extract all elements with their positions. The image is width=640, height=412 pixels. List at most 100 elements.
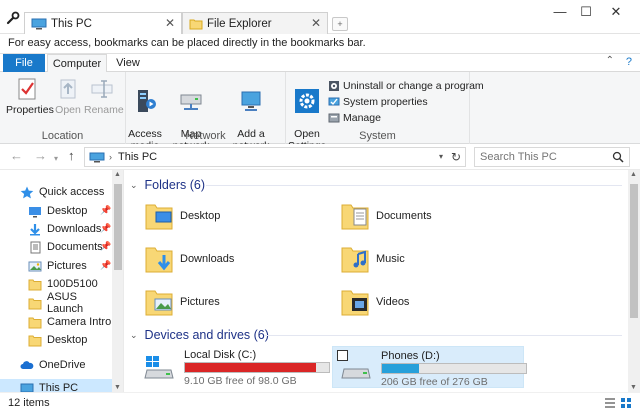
address-path[interactable]: This PC bbox=[118, 151, 157, 163]
close-tab-icon[interactable]: ✕ bbox=[311, 16, 321, 30]
drive-local-disk-c[interactable]: Local Disk (C:) 9.10 GB free of 98.0 GB bbox=[136, 346, 330, 388]
title-bar: This PC ✕ File Explorer ✕ + — ☐ ✕ bbox=[0, 0, 640, 34]
scrollbar-thumb[interactable] bbox=[114, 184, 122, 270]
collapse-ribbon-icon[interactable]: ⌃ bbox=[606, 55, 614, 66]
open-label: Open bbox=[55, 104, 81, 116]
videos-folder-icon bbox=[341, 290, 369, 316]
address-dropdown-icon[interactable]: ▾ bbox=[439, 152, 443, 161]
drive-label: Local Disk (C:) bbox=[184, 349, 257, 361]
network-drive-icon bbox=[180, 94, 202, 110]
system-properties-button[interactable]: System properties bbox=[328, 94, 428, 110]
ribbon-group-label: Network bbox=[185, 130, 226, 142]
maximize-button[interactable]: ☐ bbox=[574, 4, 598, 20]
folder-label: Pictures bbox=[180, 296, 220, 308]
minimize-button[interactable]: — bbox=[548, 4, 572, 20]
folder-icon bbox=[28, 298, 42, 309]
rename-button[interactable]: Rename bbox=[84, 76, 124, 116]
address-bar[interactable]: › This PC ▾ ↻ bbox=[84, 147, 466, 167]
scroll-up-icon[interactable]: ▲ bbox=[630, 171, 637, 178]
up-arrow-icon[interactable]: ↑ bbox=[68, 149, 75, 163]
sidebar-item-label: Camera Intro bbox=[47, 316, 112, 328]
folder-icon bbox=[28, 317, 42, 328]
content-pane: ⌄ Folders (6) Desktop Documents Download… bbox=[124, 170, 628, 392]
large-icons-view-icon[interactable] bbox=[620, 397, 632, 409]
open-button[interactable]: Open bbox=[52, 76, 84, 116]
manage-button[interactable]: Manage bbox=[328, 110, 381, 126]
scroll-down-icon[interactable]: ▼ bbox=[630, 384, 637, 391]
sidebar-item-pictures[interactable]: Pictures 📌 bbox=[28, 257, 112, 275]
tab-file-explorer[interactable]: File Explorer ✕ bbox=[182, 12, 328, 34]
media-server-icon bbox=[138, 90, 156, 112]
sidebar-item-quick-access[interactable]: Quick access bbox=[20, 183, 112, 201]
uninstall-program-button[interactable]: Uninstall or change a program bbox=[328, 78, 484, 94]
scroll-up-icon[interactable]: ▲ bbox=[114, 171, 121, 178]
folder-icon bbox=[189, 19, 203, 29]
pin-icon[interactable]: 📌 bbox=[100, 205, 111, 216]
chevron-down-icon[interactable]: ⌄ bbox=[130, 180, 138, 191]
wrench-icon[interactable] bbox=[6, 11, 20, 25]
pictures-icon bbox=[28, 261, 42, 271]
pc-icon bbox=[89, 152, 105, 162]
status-bar: 12 items bbox=[0, 392, 640, 412]
ribbon-group-network: Access media ▾ Map network drive ▾ Add a… bbox=[126, 72, 286, 164]
tab-view[interactable]: View bbox=[110, 54, 146, 72]
tab-file[interactable]: File bbox=[3, 54, 45, 72]
sidebar-item-label: ASUS Launch bbox=[47, 291, 84, 315]
properties-button[interactable]: Properties bbox=[6, 76, 54, 116]
sidebar-item-onedrive[interactable]: OneDrive bbox=[20, 356, 112, 374]
tab-label: File Explorer bbox=[207, 17, 272, 30]
tab-label: This PC bbox=[51, 17, 92, 30]
new-tab-button[interactable]: + bbox=[332, 17, 348, 31]
sidebar-item-asus-launch[interactable]: ASUS Launch bbox=[28, 291, 112, 315]
folder-music[interactable]: Music bbox=[340, 239, 520, 279]
network-location-icon bbox=[241, 91, 261, 111]
breadcrumb-separator-icon[interactable]: › bbox=[109, 152, 112, 162]
folder-pictures[interactable]: Pictures bbox=[144, 282, 324, 322]
folders-header-label: Folders (6) bbox=[144, 178, 205, 192]
recent-locations-icon[interactable]: ▾ bbox=[54, 152, 58, 166]
folder-videos[interactable]: Videos bbox=[340, 282, 520, 322]
pictures-folder-icon bbox=[145, 290, 173, 316]
folder-label: Desktop bbox=[180, 210, 221, 222]
ribbon: Properties Open Rename Location Access m… bbox=[0, 72, 640, 164]
folder-documents[interactable]: Documents bbox=[340, 196, 520, 236]
desktop-icon bbox=[29, 206, 41, 217]
drive-phones-d[interactable]: Phones (D:) 206 GB free of 276 GB bbox=[332, 346, 527, 388]
sidebar-item-label: Pictures bbox=[47, 260, 87, 272]
drive-usage-bar bbox=[381, 363, 527, 374]
folders-section-header[interactable]: ⌄ Folders (6) bbox=[130, 176, 205, 194]
pin-icon[interactable]: 📌 bbox=[100, 241, 111, 252]
properties-label: Properties bbox=[6, 104, 54, 116]
back-arrow-icon[interactable]: ← bbox=[10, 149, 23, 163]
content-scrollbar[interactable]: ▲ ▼ bbox=[628, 170, 640, 392]
refresh-icon[interactable]: ↻ bbox=[451, 150, 461, 164]
documents-icon bbox=[30, 241, 41, 253]
search-input[interactable] bbox=[474, 147, 630, 167]
scrollbar-thumb[interactable] bbox=[630, 184, 638, 318]
close-window-button[interactable]: ✕ bbox=[604, 4, 628, 20]
pin-icon[interactable]: 📌 bbox=[100, 223, 111, 234]
sidebar-item-downloads[interactable]: Downloads 📌 bbox=[28, 220, 112, 238]
scroll-down-icon[interactable]: ▼ bbox=[114, 384, 121, 391]
chevron-down-icon[interactable]: ⌄ bbox=[130, 330, 138, 341]
folder-desktop[interactable]: Desktop bbox=[144, 196, 324, 236]
downloads-icon bbox=[30, 223, 40, 235]
sidebar-item-documents[interactable]: Documents 📌 bbox=[28, 238, 112, 256]
sidebar-item-camera-intro[interactable]: Camera Intro bbox=[28, 313, 112, 331]
tab-this-pc[interactable]: This PC ✕ bbox=[24, 12, 182, 34]
folder-downloads[interactable]: Downloads bbox=[144, 239, 324, 279]
folder-label: Documents bbox=[376, 210, 432, 222]
close-tab-icon[interactable]: ✕ bbox=[165, 16, 175, 30]
sidebar-scrollbar[interactable]: ▲ ▼ bbox=[112, 170, 123, 392]
sidebar-item-desktop-folder[interactable]: Desktop bbox=[28, 331, 112, 349]
pin-icon[interactable]: 📌 bbox=[100, 260, 111, 271]
sidebar-item-this-pc[interactable]: This PC bbox=[0, 379, 112, 392]
rename-label: Rename bbox=[84, 104, 124, 116]
forward-arrow-icon[interactable]: → bbox=[34, 149, 47, 163]
sidebar-item-desktop[interactable]: Desktop 📌 bbox=[28, 202, 112, 220]
open-icon bbox=[60, 79, 76, 99]
tab-computer[interactable]: Computer bbox=[47, 54, 107, 72]
devices-section-header[interactable]: ⌄ Devices and drives (6) bbox=[130, 326, 269, 344]
details-view-icon[interactable] bbox=[604, 397, 616, 409]
help-button[interactable]: ? bbox=[626, 56, 632, 68]
